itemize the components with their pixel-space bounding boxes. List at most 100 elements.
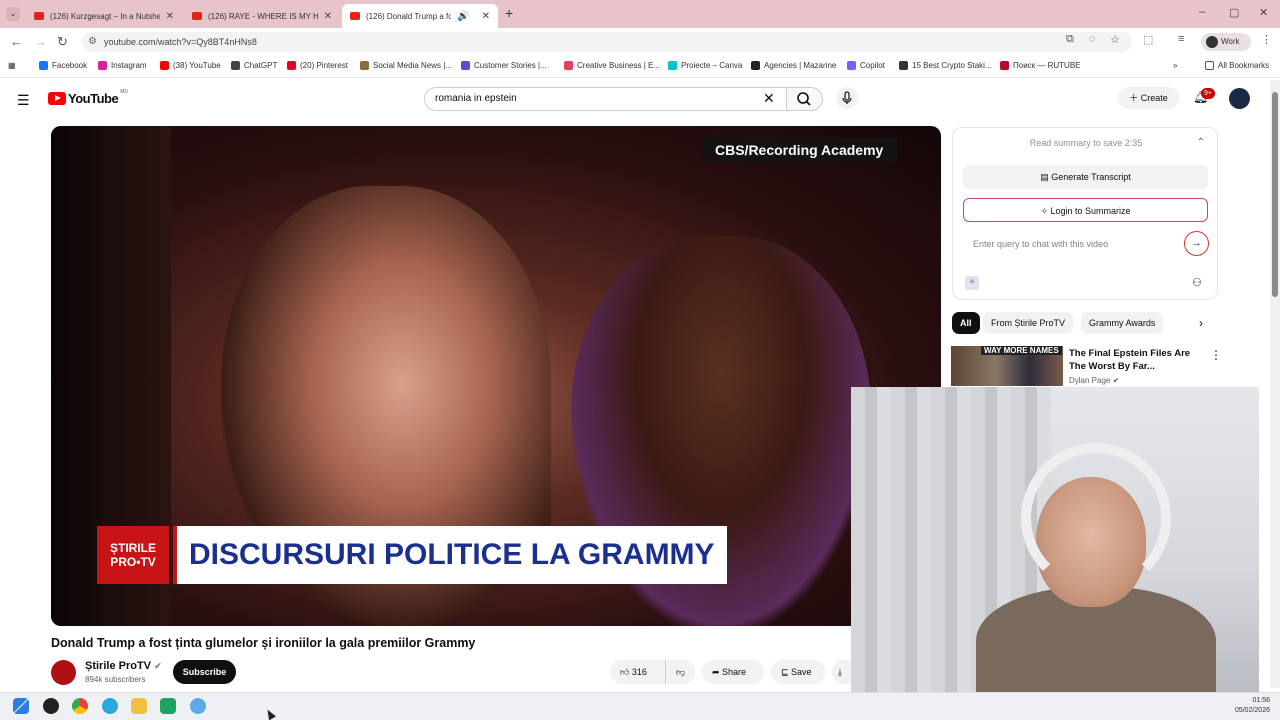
close-tab-icon[interactable]: ✕ bbox=[324, 11, 332, 22]
share-button[interactable]: ➦ Share bbox=[702, 660, 764, 684]
youtube-logo[interactable]: YouTube MD bbox=[48, 89, 128, 106]
login-to-summarize-button[interactable]: ✧ Login to Summarize bbox=[963, 198, 1208, 222]
system-clock[interactable]: 01:56 05/02/2026 bbox=[1235, 696, 1270, 716]
more-bookmarks-icon[interactable]: » bbox=[1173, 61, 1177, 70]
browser-tab-active[interactable]: (126) Donald Trump a fost ț 🔊 ✕ bbox=[342, 4, 498, 28]
site-info-icon[interactable]: ⚙ bbox=[88, 32, 97, 52]
eye-off-icon[interactable]: ◌ bbox=[1089, 33, 1096, 45]
generate-transcript-button[interactable]: ▤ Generate Transcript bbox=[963, 165, 1208, 189]
collapse-icon[interactable]: ⌃ bbox=[1197, 137, 1205, 148]
bookmark-creative-business[interactable]: Creative Business | E... bbox=[564, 61, 660, 70]
bookmark-mazarine[interactable]: Agencies | Mazarine bbox=[751, 61, 836, 70]
all-bookmarks-label: All Bookmarks bbox=[1218, 61, 1270, 70]
close-window-button[interactable]: ✕ bbox=[1259, 6, 1268, 19]
chevron-right-icon[interactable]: › bbox=[1199, 316, 1203, 330]
plus-icon: ＋ bbox=[1129, 93, 1141, 103]
youtube-play-icon bbox=[48, 92, 66, 105]
save-bookmark-icon: ⊑ bbox=[781, 667, 792, 677]
chip-grammy-awards[interactable]: Grammy Awards bbox=[1081, 312, 1164, 334]
create-button[interactable]: ＋ Create bbox=[1118, 87, 1179, 109]
recommendation-title[interactable]: The Final Epstein Files Are The Worst By… bbox=[1069, 347, 1204, 373]
chip-all[interactable]: All bbox=[952, 312, 980, 334]
hamburger-menu-icon[interactable]: ☰ bbox=[17, 92, 30, 109]
page-scrollbar[interactable] bbox=[1270, 80, 1280, 688]
close-tab-icon[interactable]: ✕ bbox=[166, 11, 174, 22]
bookmark-customer-stories[interactable]: Customer Stories |... bbox=[461, 61, 547, 70]
close-tab-icon[interactable]: ✕ bbox=[482, 11, 490, 22]
url-field[interactable]: ⚙ youtube.com/watch?v=Qy8BT4nHNs8 bbox=[82, 32, 1132, 52]
tab-title: (126) RAYE - WHERE IS MY HUS bbox=[208, 11, 318, 21]
g-app-icon[interactable] bbox=[43, 698, 59, 714]
youtube-favicon-icon bbox=[350, 12, 360, 20]
bookmark-canva[interactable]: Proiecte – Canva bbox=[668, 61, 742, 70]
browser-tab[interactable]: (126) Kurzgesagt – In a Nutshe ✕ bbox=[26, 4, 182, 28]
like-button[interactable]: 👍︎ 316 bbox=[610, 660, 665, 684]
dislike-button[interactable]: 👎︎ bbox=[665, 660, 695, 684]
channel-name[interactable]: Știrile ProTV ✔ bbox=[85, 660, 162, 672]
speaker-icon[interactable]: 🔊 bbox=[457, 11, 469, 22]
bookmark-instagram[interactable]: Instagram bbox=[98, 61, 147, 70]
apps-grid-icon[interactable]: ▦ bbox=[8, 61, 16, 70]
extension-logo-icon[interactable]: ✳ bbox=[965, 276, 979, 290]
back-icon[interactable]: ← bbox=[10, 34, 23, 49]
bookmark-chatgpt[interactable]: ChatGPT bbox=[231, 61, 277, 70]
new-tab-button[interactable]: + bbox=[505, 5, 513, 21]
bookmark-label: Customer Stories |... bbox=[474, 61, 547, 70]
video-player[interactable]: CBS/Recording Academy ȘTIRILE PRO•TV DIS… bbox=[51, 126, 941, 626]
onedrive-icon[interactable] bbox=[190, 698, 206, 714]
bookmark-youtube[interactable]: (38) YouTube bbox=[160, 61, 221, 70]
webcam-headphones bbox=[1021, 443, 1171, 593]
notification-badge: 9+ bbox=[1201, 88, 1215, 99]
user-icon[interactable]: ⚇ bbox=[1192, 276, 1202, 289]
channel-avatar[interactable] bbox=[51, 660, 76, 685]
bookmark-crypto[interactable]: 15 Best Crypto Staki... bbox=[899, 61, 992, 70]
send-arrow-icon[interactable]: → bbox=[1184, 231, 1209, 256]
app-icon[interactable] bbox=[160, 698, 176, 714]
chip-from-channel[interactable]: From Știrile ProTV bbox=[983, 312, 1074, 334]
tab-search-button[interactable]: ⌄ bbox=[6, 7, 20, 21]
install-app-icon[interactable]: ⧉ bbox=[1066, 33, 1074, 46]
like-count: 316 bbox=[631, 667, 647, 677]
bookmark-star-icon[interactable]: ☆ bbox=[1110, 33, 1120, 46]
windows-start-icon[interactable] bbox=[13, 698, 29, 714]
minimize-button[interactable]: – bbox=[1199, 6, 1205, 18]
recommendation-thumbnail[interactable]: WAY MORE NAMES bbox=[951, 346, 1063, 386]
browser-menu-icon[interactable]: ⋮ bbox=[1261, 33, 1272, 46]
recommendation-channel[interactable]: Dylan Page ✔ bbox=[1069, 376, 1119, 385]
bookmark-facebook[interactable]: Facebook bbox=[39, 61, 87, 70]
more-options-icon[interactable]: ⋮ bbox=[1210, 348, 1222, 362]
reload-icon[interactable]: ↻ bbox=[57, 34, 68, 50]
scrollbar-thumb[interactable] bbox=[1272, 92, 1278, 297]
maximize-button[interactable]: ▢ bbox=[1229, 6, 1239, 19]
user-avatar[interactable] bbox=[1229, 88, 1250, 109]
login-to-summarize-label: Login to Summarize bbox=[1050, 206, 1131, 216]
browser-tab[interactable]: (126) RAYE - WHERE IS MY HUS ✕ bbox=[184, 4, 340, 28]
file-explorer-icon[interactable] bbox=[131, 698, 147, 714]
youtube-favicon-icon bbox=[34, 12, 44, 20]
bookmark-social-media-news[interactable]: Social Media News |... bbox=[360, 61, 452, 70]
search-input[interactable]: romania in epstein bbox=[424, 87, 787, 111]
microphone-button[interactable] bbox=[836, 87, 858, 109]
reading-list-icon[interactable]: ≡ bbox=[1178, 33, 1184, 45]
forward-icon[interactable]: → bbox=[34, 34, 47, 49]
subscribe-button[interactable]: Subscribe bbox=[173, 660, 236, 684]
bookmark-label: (38) YouTube bbox=[173, 61, 221, 70]
clock-date: 05/02/2026 bbox=[1234, 707, 1270, 714]
profile-button[interactable]: Work bbox=[1201, 33, 1251, 51]
bookmark-rutube[interactable]: Поиск — RUTUBE bbox=[1000, 61, 1081, 70]
search-button[interactable] bbox=[787, 87, 823, 111]
extensions-icon[interactable]: ⬚ bbox=[1143, 33, 1153, 46]
all-bookmarks[interactable]: All Bookmarks bbox=[1205, 61, 1269, 70]
chat-query-input[interactable]: Enter query to chat with this video bbox=[963, 232, 1175, 256]
country-code: MD bbox=[120, 89, 128, 95]
bookmark-pinterest[interactable]: (20) Pinterest bbox=[287, 61, 348, 70]
telegram-icon[interactable] bbox=[102, 698, 118, 714]
generate-transcript-label: Generate Transcript bbox=[1051, 172, 1131, 182]
summary-extension-panel: Read summary to save 2:35 ⌃ ▤ Generate T… bbox=[952, 127, 1218, 300]
bookmark-copilot[interactable]: Copilot bbox=[847, 61, 885, 70]
save-button[interactable]: ⊑ Save bbox=[771, 660, 825, 684]
youtube-favicon-icon bbox=[192, 12, 202, 20]
chrome-icon[interactable] bbox=[72, 698, 88, 714]
clear-search-icon[interactable]: ✕ bbox=[763, 90, 775, 107]
crypto-icon bbox=[899, 61, 908, 70]
